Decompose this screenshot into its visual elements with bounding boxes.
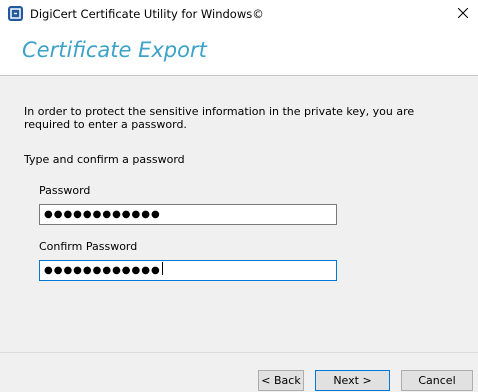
confirm-password-mask: ●●●●●●●●●●●● [44,265,161,276]
digicert-app-icon [8,6,23,21]
wizard-body: In order to protect the sensitive inform… [0,76,478,392]
back-button[interactable]: < Back [258,370,304,391]
text-caret [161,262,163,275]
window-title: DigiCert Certificate Utility for Windows… [30,7,264,21]
confirm-password-field[interactable]: ●●●●●●●●●●●● [39,260,337,281]
close-icon[interactable] [446,0,478,30]
intro-text: In order to protect the sensitive inform… [24,105,415,131]
page-title: Certificate Export [22,38,207,62]
next-button[interactable]: Next > [315,370,390,391]
title-bar[interactable]: DigiCert Certificate Utility for Windows… [0,0,478,30]
password-mask: ●●●●●●●●●●●● [44,209,161,220]
footer-divider [0,352,478,353]
instruction-text: Type and confirm a password [24,153,185,166]
wizard-header: Certificate Export [0,30,478,72]
password-field[interactable]: ●●●●●●●●●●●● [39,204,337,225]
password-label: Password [39,184,91,197]
cancel-button[interactable]: Cancel [401,370,473,391]
confirm-password-label: Confirm Password [39,240,138,253]
certificate-export-window: DigiCert Certificate Utility for Windows… [0,0,478,392]
